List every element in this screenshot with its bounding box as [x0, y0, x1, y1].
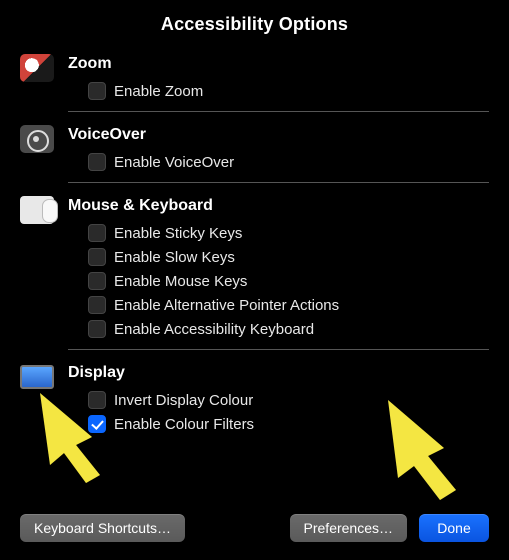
- option-row: Invert Display Colour: [68, 388, 489, 412]
- checkbox-invert-display-colour[interactable]: [88, 391, 106, 409]
- section-zoom: Zoom Enable Zoom: [20, 51, 489, 103]
- divider: [68, 182, 489, 183]
- section-voiceover: VoiceOver Enable VoiceOver: [20, 122, 489, 174]
- checkbox-enable-mouse-keys[interactable]: [88, 272, 106, 290]
- panel-content: Zoom Enable Zoom VoiceOver Enable VoiceO…: [20, 51, 489, 504]
- option-label: Enable Slow Keys: [114, 249, 235, 266]
- divider: [68, 349, 489, 350]
- checkbox-enable-zoom[interactable]: [88, 82, 106, 100]
- option-row: Enable VoiceOver: [68, 150, 489, 174]
- section-heading-display: Display: [68, 364, 489, 382]
- section-heading-mouse-keyboard: Mouse & Keyboard: [68, 197, 489, 215]
- keyboard-shortcuts-button[interactable]: Keyboard Shortcuts…: [20, 514, 185, 542]
- zoom-icon: [20, 51, 54, 85]
- option-label: Enable VoiceOver: [114, 154, 234, 171]
- option-label: Enable Accessibility Keyboard: [114, 321, 314, 338]
- checkbox-enable-sticky-keys[interactable]: [88, 224, 106, 242]
- option-label: Invert Display Colour: [114, 392, 253, 409]
- option-row: Enable Slow Keys: [68, 245, 489, 269]
- checkbox-enable-accessibility-keyboard[interactable]: [88, 320, 106, 338]
- section-mouse-keyboard: Mouse & Keyboard Enable Sticky Keys Enab…: [20, 193, 489, 341]
- divider: [68, 111, 489, 112]
- option-label: Enable Colour Filters: [114, 416, 254, 433]
- preferences-button[interactable]: Preferences…: [290, 514, 407, 542]
- option-row: Enable Zoom: [68, 79, 489, 103]
- spacer: [197, 514, 278, 542]
- done-button[interactable]: Done: [419, 514, 489, 542]
- panel-title: Accessibility Options: [20, 14, 489, 35]
- option-row: Enable Mouse Keys: [68, 269, 489, 293]
- option-row: Enable Alternative Pointer Actions: [68, 293, 489, 317]
- display-icon: [20, 360, 54, 394]
- option-label: Enable Sticky Keys: [114, 225, 242, 242]
- voiceover-icon: [20, 122, 54, 156]
- option-label: Enable Alternative Pointer Actions: [114, 297, 339, 314]
- option-row: Enable Sticky Keys: [68, 221, 489, 245]
- section-display: Display Invert Display Colour Enable Col…: [20, 360, 489, 436]
- checkbox-enable-voiceover[interactable]: [88, 153, 106, 171]
- option-label: Enable Zoom: [114, 83, 203, 100]
- button-bar: Keyboard Shortcuts… Preferences… Done: [20, 514, 489, 542]
- checkbox-enable-alternative-pointer-actions[interactable]: [88, 296, 106, 314]
- option-label: Enable Mouse Keys: [114, 273, 247, 290]
- section-heading-zoom: Zoom: [68, 55, 489, 73]
- section-heading-voiceover: VoiceOver: [68, 126, 489, 144]
- option-row: Enable Accessibility Keyboard: [68, 317, 489, 341]
- accessibility-options-panel: Accessibility Options Zoom Enable Zoom V…: [0, 0, 509, 560]
- option-row: Enable Colour Filters: [68, 412, 489, 436]
- mouse-keyboard-icon: [20, 193, 54, 227]
- checkbox-enable-slow-keys[interactable]: [88, 248, 106, 266]
- checkbox-enable-colour-filters[interactable]: [88, 415, 106, 433]
